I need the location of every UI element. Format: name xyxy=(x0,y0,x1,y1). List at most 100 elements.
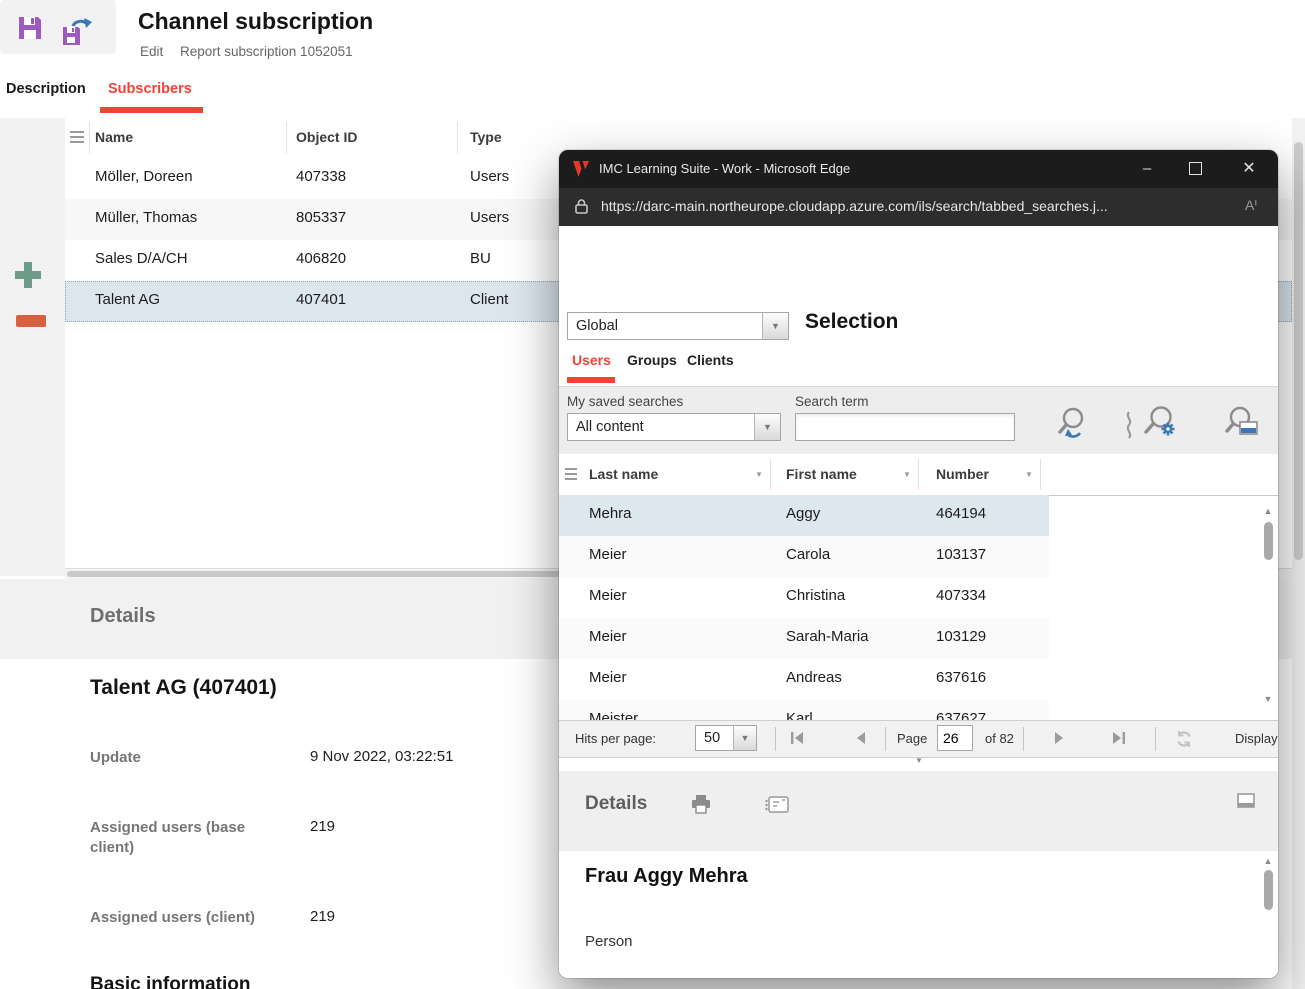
next-page-icon[interactable] xyxy=(1051,730,1067,746)
saved-searches-select[interactable]: All content ▼ xyxy=(567,413,781,441)
scope-select-value: Global xyxy=(576,318,618,334)
column-separator xyxy=(457,122,458,154)
column-header-name[interactable]: Name xyxy=(95,129,133,145)
cell-last-name: Meister xyxy=(589,710,638,720)
minimize-icon[interactable]: – xyxy=(1125,150,1169,188)
cell-object-id: 407401 xyxy=(296,291,346,308)
tab-clients[interactable]: Clients xyxy=(687,352,734,368)
id-card-icon[interactable] xyxy=(765,796,789,813)
chevron-down-icon[interactable]: ▼ xyxy=(754,414,780,440)
details-panel-header: Details xyxy=(559,771,1278,851)
cell-name: Müller, Thomas xyxy=(95,209,197,226)
remove-subscriber-icon[interactable] xyxy=(16,315,46,327)
edit-label: Edit xyxy=(140,44,163,59)
page-number-input[interactable] xyxy=(937,725,973,751)
hits-per-page-label: Hits per page: xyxy=(575,731,656,746)
filter-arrow-icon[interactable]: ▼ xyxy=(1025,470,1033,479)
cell-last-name: Meier xyxy=(589,587,627,604)
read-aloud-icon[interactable]: Aᑊ xyxy=(1245,197,1257,214)
collapse-panel-icon[interactable]: ▼ xyxy=(905,756,933,769)
cell-first-name: Aggy xyxy=(786,505,820,522)
vertical-scrollbar-thumb[interactable] xyxy=(1294,142,1303,560)
vertical-scrollbar[interactable] xyxy=(1292,118,1305,989)
cell-type: Users xyxy=(470,209,509,226)
column-separator xyxy=(770,459,771,490)
add-subscriber-icon[interactable] xyxy=(13,260,43,290)
saved-searches-value: All content xyxy=(576,419,644,435)
search-term-input[interactable] xyxy=(795,413,1015,441)
cell-first-name: Carola xyxy=(786,546,830,563)
result-row-selected[interactable]: Mehra Aggy 464194 xyxy=(559,495,1049,537)
selection-heading: Selection xyxy=(805,310,898,334)
lock-icon xyxy=(574,198,589,215)
pagination-bar: Hits per page: 50 ▼ Page of 82 xyxy=(559,720,1278,758)
scroll-up-icon[interactable]: ▲ xyxy=(1261,856,1275,866)
tab-subscribers[interactable]: Subscribers xyxy=(108,81,192,97)
tab-description[interactable]: Description xyxy=(6,81,86,97)
update-value: 9 Nov 2022, 03:22:51 xyxy=(310,748,453,765)
filter-arrow-icon[interactable]: ▼ xyxy=(755,470,763,479)
restore-panel-icon[interactable] xyxy=(1237,793,1255,808)
tab-groups[interactable]: Groups xyxy=(627,352,677,368)
previous-page-icon[interactable] xyxy=(853,730,869,746)
displaying-label: Displayin xyxy=(1235,731,1278,746)
save-icon[interactable] xyxy=(16,14,44,42)
assigned-users-base-value: 219 xyxy=(310,818,335,835)
maximize-icon[interactable] xyxy=(1173,150,1217,188)
run-search-icon[interactable] xyxy=(1057,405,1089,443)
person-type-label: Person xyxy=(585,933,633,950)
cell-type: Client xyxy=(470,291,508,308)
result-row[interactable]: Meier Carola 103137 xyxy=(559,536,1049,578)
saved-searches-label: My saved searches xyxy=(567,394,683,409)
cell-last-name: Mehra xyxy=(589,505,632,522)
cell-number: 637616 xyxy=(936,669,986,686)
column-header-first-name[interactable]: First name xyxy=(786,466,857,482)
scroll-down-icon[interactable]: ▼ xyxy=(1261,694,1275,704)
assigned-users-client-label: Assigned users (client) xyxy=(90,908,285,928)
cell-number: 464194 xyxy=(936,505,986,522)
window-titlebar[interactable]: IMC Learning Suite - Work - Microsoft Ed… xyxy=(559,150,1278,188)
hits-per-page-select[interactable]: 50 ▼ xyxy=(695,725,757,751)
details-scrollbar-thumb[interactable] xyxy=(1264,870,1273,910)
cell-first-name: Andreas xyxy=(786,669,842,686)
chevron-down-icon[interactable]: ▼ xyxy=(733,726,756,750)
result-row[interactable]: Meier Sarah-Maria 103129 xyxy=(559,618,1049,660)
drag-handle-icon[interactable] xyxy=(70,131,84,143)
scroll-up-icon[interactable]: ▲ xyxy=(1261,506,1275,516)
close-window-icon[interactable]: ✕ xyxy=(1227,150,1271,188)
cell-object-id: 406820 xyxy=(296,250,346,267)
search-settings-icon[interactable] xyxy=(1141,403,1181,443)
chevron-down-icon[interactable]: ▼ xyxy=(762,313,788,339)
refresh-icon[interactable] xyxy=(1175,730,1193,748)
column-header-type[interactable]: Type xyxy=(470,129,502,145)
active-tab-underline xyxy=(100,107,203,113)
results-scrollbar-thumb[interactable] xyxy=(1264,522,1273,560)
cell-type: BU xyxy=(470,250,491,267)
column-header-number[interactable]: Number xyxy=(936,466,989,482)
imc-logo-icon xyxy=(571,159,591,179)
result-row[interactable]: Meier Andreas 637616 xyxy=(559,659,1049,701)
first-page-icon[interactable] xyxy=(789,730,805,746)
save-search-icon[interactable] xyxy=(1225,405,1261,443)
divider xyxy=(885,727,886,751)
page-title: Channel subscription xyxy=(138,8,373,35)
tab-users[interactable]: Users xyxy=(572,352,611,368)
url-text: https://darc-main.northeurope.cloudapp.a… xyxy=(601,198,1108,214)
print-icon[interactable] xyxy=(690,793,712,815)
details-section-title: Details xyxy=(90,605,156,628)
assigned-users-client-value: 219 xyxy=(310,908,335,925)
drag-handle-icon[interactable] xyxy=(565,468,577,480)
divider xyxy=(775,727,776,751)
column-header-last-name[interactable]: Last name xyxy=(589,466,658,482)
result-row[interactable]: Meier Christina 407334 xyxy=(559,577,1049,619)
result-row[interactable]: Meister Karl 637627 xyxy=(559,700,1049,720)
column-header-object-id[interactable]: Object ID xyxy=(296,129,357,145)
window-urlbar[interactable]: https://darc-main.northeurope.cloudapp.a… xyxy=(559,188,1278,226)
cell-type: Users xyxy=(470,168,509,185)
cell-first-name: Sarah-Maria xyxy=(786,628,869,645)
last-page-icon[interactable] xyxy=(1111,730,1127,746)
save-and-exit-icon[interactable] xyxy=(60,18,94,48)
filter-arrow-icon[interactable]: ▼ xyxy=(903,470,911,479)
page-label: Page xyxy=(897,731,927,746)
scope-select[interactable]: Global ▼ xyxy=(567,312,789,340)
